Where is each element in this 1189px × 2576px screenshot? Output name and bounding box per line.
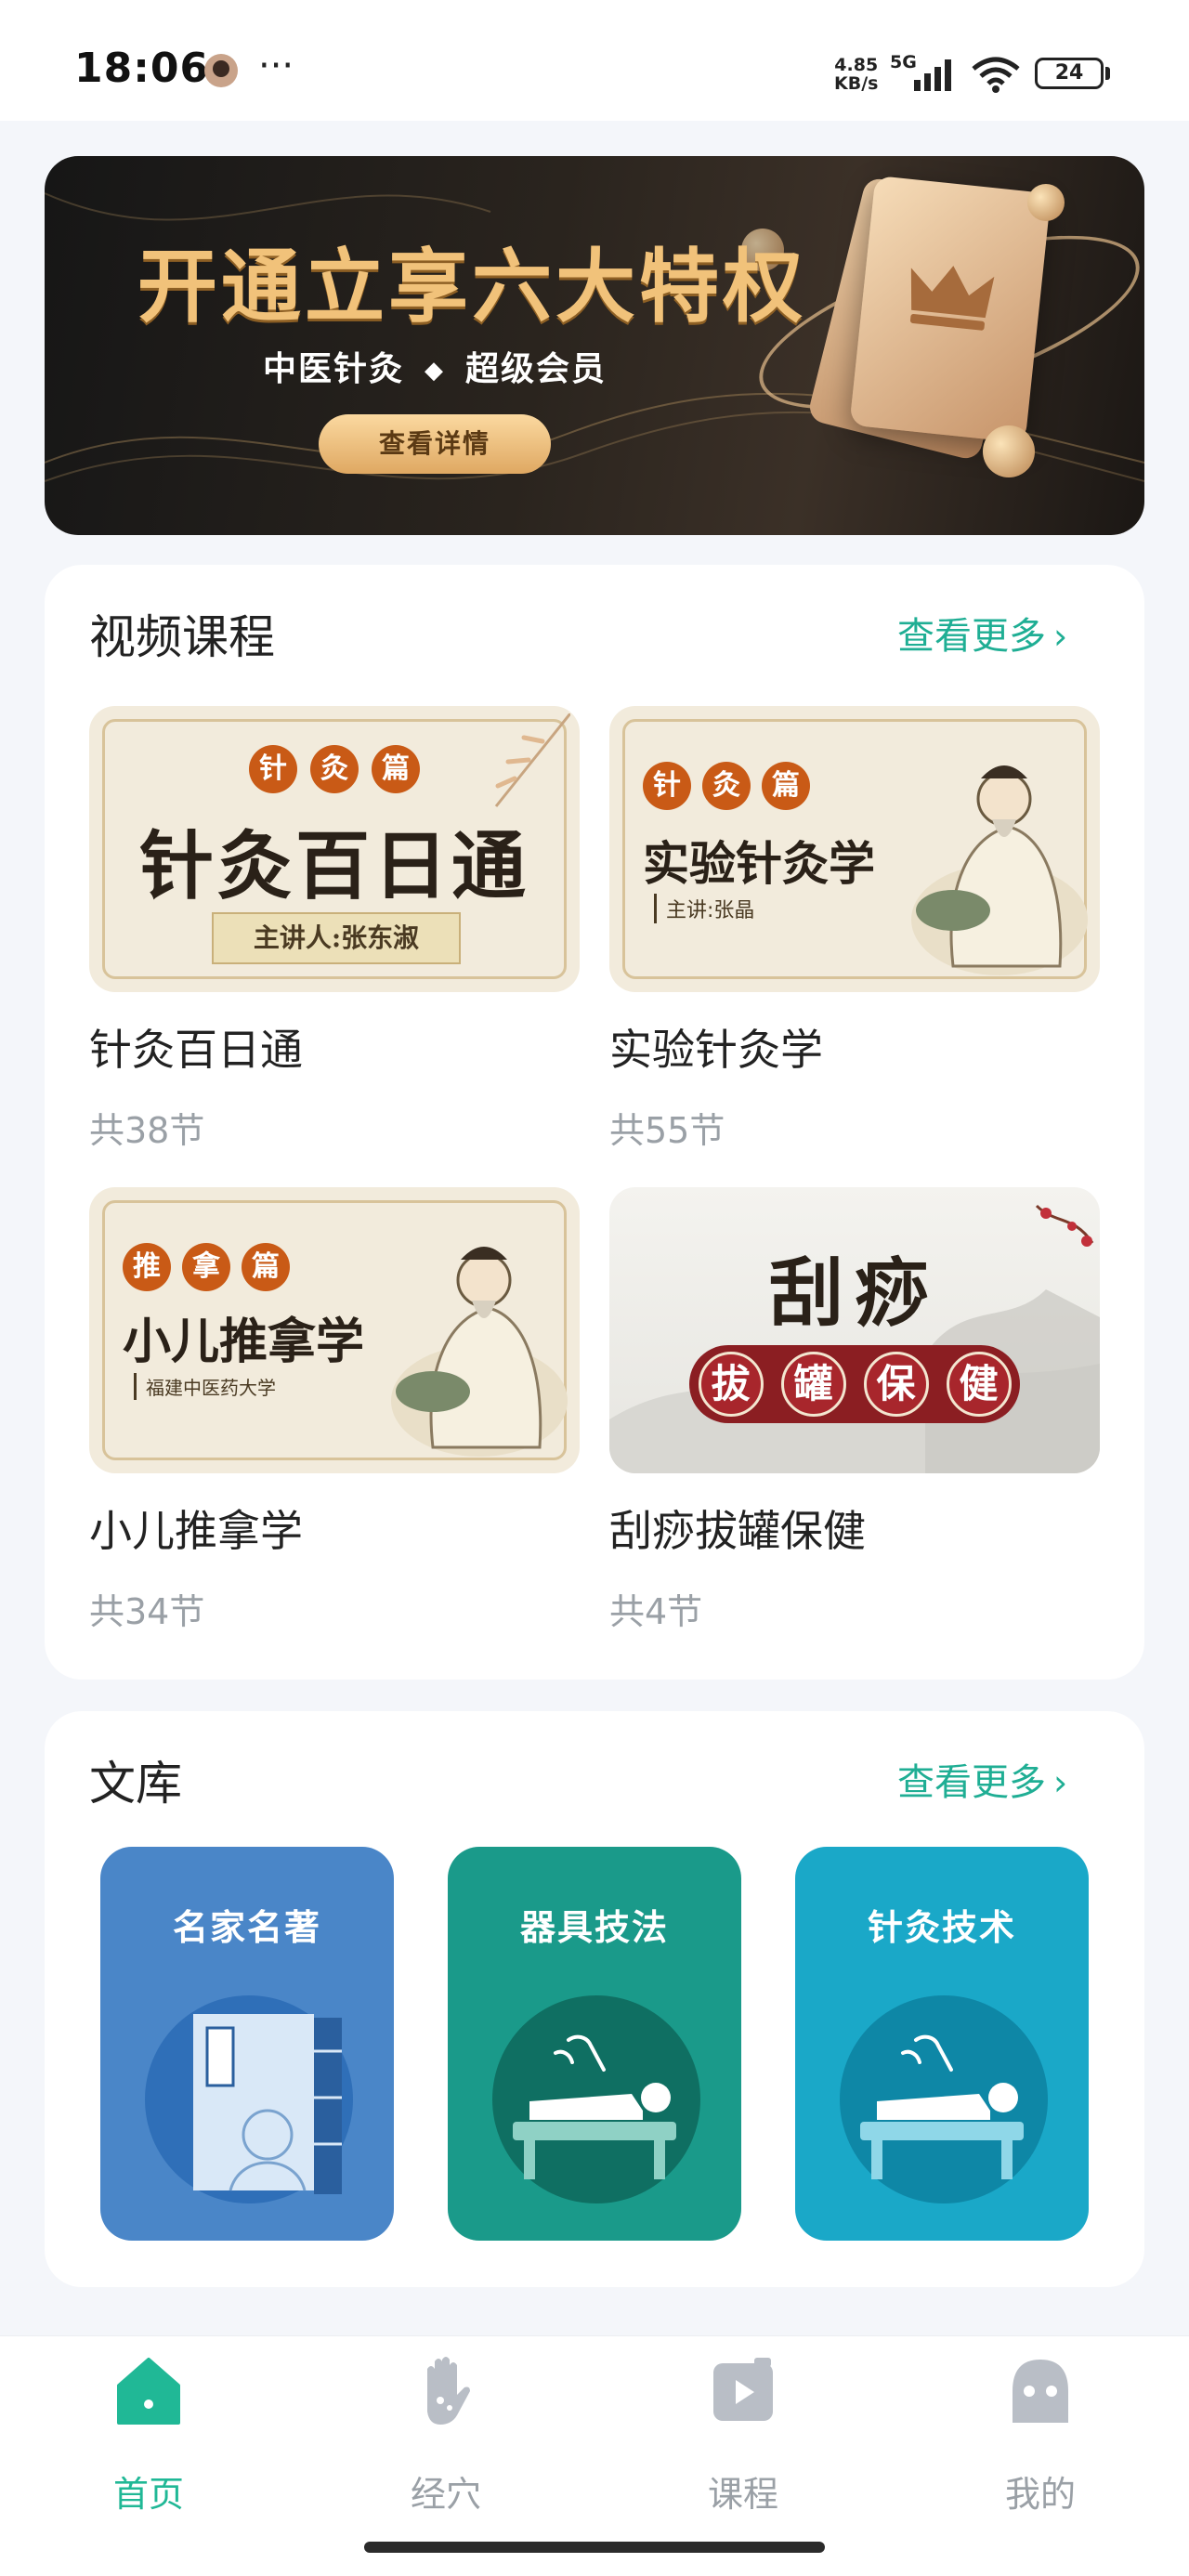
vip-banner[interactable]: 开通立享六大特权 中医针灸 ◆ 超级会员 查看详情 xyxy=(45,156,1144,535)
chevron-right-icon: › xyxy=(1053,1762,1068,1803)
status-time: 18:06 xyxy=(74,45,210,92)
course-tag: 拿 xyxy=(182,1243,230,1291)
course-tag: 针 xyxy=(643,762,691,810)
sage-illustration xyxy=(391,1247,568,1457)
acupuncture-patient-icon xyxy=(860,2034,1024,2179)
course-name[interactable]: 刮痧拔罐保健 xyxy=(609,1497,866,1559)
status-more-icon: ··· xyxy=(258,45,294,87)
tile-label: 名家名著 xyxy=(172,1907,321,1948)
banner-title: 开通立享六大特权 xyxy=(137,241,806,333)
signal-icon xyxy=(914,59,951,91)
home-indicator xyxy=(364,2542,825,2553)
coin-decoration xyxy=(1027,184,1065,221)
course-name[interactable]: 针灸百日通 xyxy=(89,1016,303,1078)
battery-tip xyxy=(1105,67,1110,80)
course-tag: 篇 xyxy=(762,762,810,810)
chevron-right-icon: › xyxy=(1053,616,1068,657)
nav-label: 我的 xyxy=(1004,2474,1076,2515)
course-tag: 灸 xyxy=(702,762,751,810)
hand-acupoint-icon xyxy=(427,2357,470,2425)
course-thumbnail[interactable]: 针 灸 篇 针灸百日通 主讲人:张东淑 xyxy=(89,706,580,992)
net-speed: 4.85 KB/s xyxy=(834,56,878,93)
nav-label: 经穴 xyxy=(410,2474,481,2515)
banner-subtitle: 中医针灸 ◆ 超级会员 xyxy=(263,342,607,390)
video-courses-title: 视频课程 xyxy=(89,610,275,664)
thumb-title: 小儿推拿学 xyxy=(123,1314,365,1370)
course-thumbnail[interactable]: 针 灸 篇 实验针灸学 主讲:张晶 xyxy=(609,706,1100,992)
library-tile-classics[interactable]: 名家名著 xyxy=(100,1847,394,2241)
thumb-char: 保 xyxy=(863,1352,929,1417)
video-icon xyxy=(713,2358,773,2421)
nav-label: 课程 xyxy=(707,2474,778,2515)
tile-label: 器具技法 xyxy=(519,1907,669,1948)
home-icon xyxy=(117,2358,180,2425)
course-lesson-count: 共38节 xyxy=(89,1110,205,1151)
course-thumbnail[interactable]: 刮痧 拔 罐 保 健 xyxy=(609,1187,1100,1473)
library-more-link[interactable]: 查看更多 › xyxy=(897,1752,1067,1806)
net-speed-unit: KB/s xyxy=(834,73,879,94)
course-lesson-count: 共34节 xyxy=(89,1591,205,1632)
profile-icon xyxy=(1013,2360,1068,2423)
tile-label: 针灸技术 xyxy=(867,1907,1016,1948)
classic-book-icon xyxy=(193,2014,342,2194)
status-avatar-icon xyxy=(204,54,238,87)
banner-subtitle-left: 中医针灸 xyxy=(263,350,405,388)
video-courses-more-link[interactable]: 查看更多 › xyxy=(897,606,1067,660)
net-speed-value: 4.85 xyxy=(834,55,879,75)
branch-decoration xyxy=(494,713,570,807)
library-tile-techniques[interactable]: 针灸技术 xyxy=(795,1847,1089,2241)
course-lesson-count: 共55节 xyxy=(609,1110,725,1151)
thumb-subtitle: 主讲:张晶 xyxy=(654,894,754,923)
course-tag: 推 xyxy=(123,1243,171,1291)
coin-decoration xyxy=(983,425,1035,477)
more-label: 查看更多 xyxy=(897,615,1046,658)
thumb-subtitle: 福建中医药大学 xyxy=(134,1373,276,1400)
view-details-button[interactable]: 查看详情 xyxy=(319,414,551,474)
library-tile-tools[interactable]: 器具技法 xyxy=(448,1847,741,2241)
banner-subtitle-right: 超级会员 xyxy=(465,350,608,388)
thumb-subtitle: 主讲人:张东淑 xyxy=(212,912,461,964)
thumb-title: 刮痧 xyxy=(769,1249,940,1337)
banner-subtitle-separator: ◆ xyxy=(425,357,446,385)
course-name[interactable]: 实验针灸学 xyxy=(609,1016,823,1078)
acupuncture-patient-icon xyxy=(513,2034,676,2179)
thumb-title: 针灸百日通 xyxy=(139,822,529,909)
thumb-char: 健 xyxy=(946,1352,1012,1417)
course-tag: 篇 xyxy=(242,1243,290,1291)
course-name[interactable]: 小儿推拿学 xyxy=(89,1497,303,1559)
thumb-chars: 拔 罐 保 健 xyxy=(689,1345,1020,1423)
course-tag: 灸 xyxy=(310,745,359,793)
more-label: 查看更多 xyxy=(897,1761,1046,1804)
wifi-icon xyxy=(972,57,1020,93)
course-thumbnail[interactable]: 推 拿 篇 小儿推拿学 福建中医药大学 xyxy=(89,1187,580,1473)
course-tag: 针 xyxy=(249,745,297,793)
course-lesson-count: 共4节 xyxy=(609,1591,703,1632)
library-title: 文库 xyxy=(89,1757,182,1811)
crown-icon xyxy=(909,266,995,331)
thumb-char: 拔 xyxy=(698,1352,764,1417)
thumb-char: 罐 xyxy=(780,1352,846,1417)
thumb-title: 实验针灸学 xyxy=(643,836,875,891)
sage-illustration xyxy=(911,765,1088,975)
course-tag: 篇 xyxy=(372,745,420,793)
battery-icon: 24 xyxy=(1035,58,1104,89)
nav-label: 首页 xyxy=(112,2474,184,2515)
